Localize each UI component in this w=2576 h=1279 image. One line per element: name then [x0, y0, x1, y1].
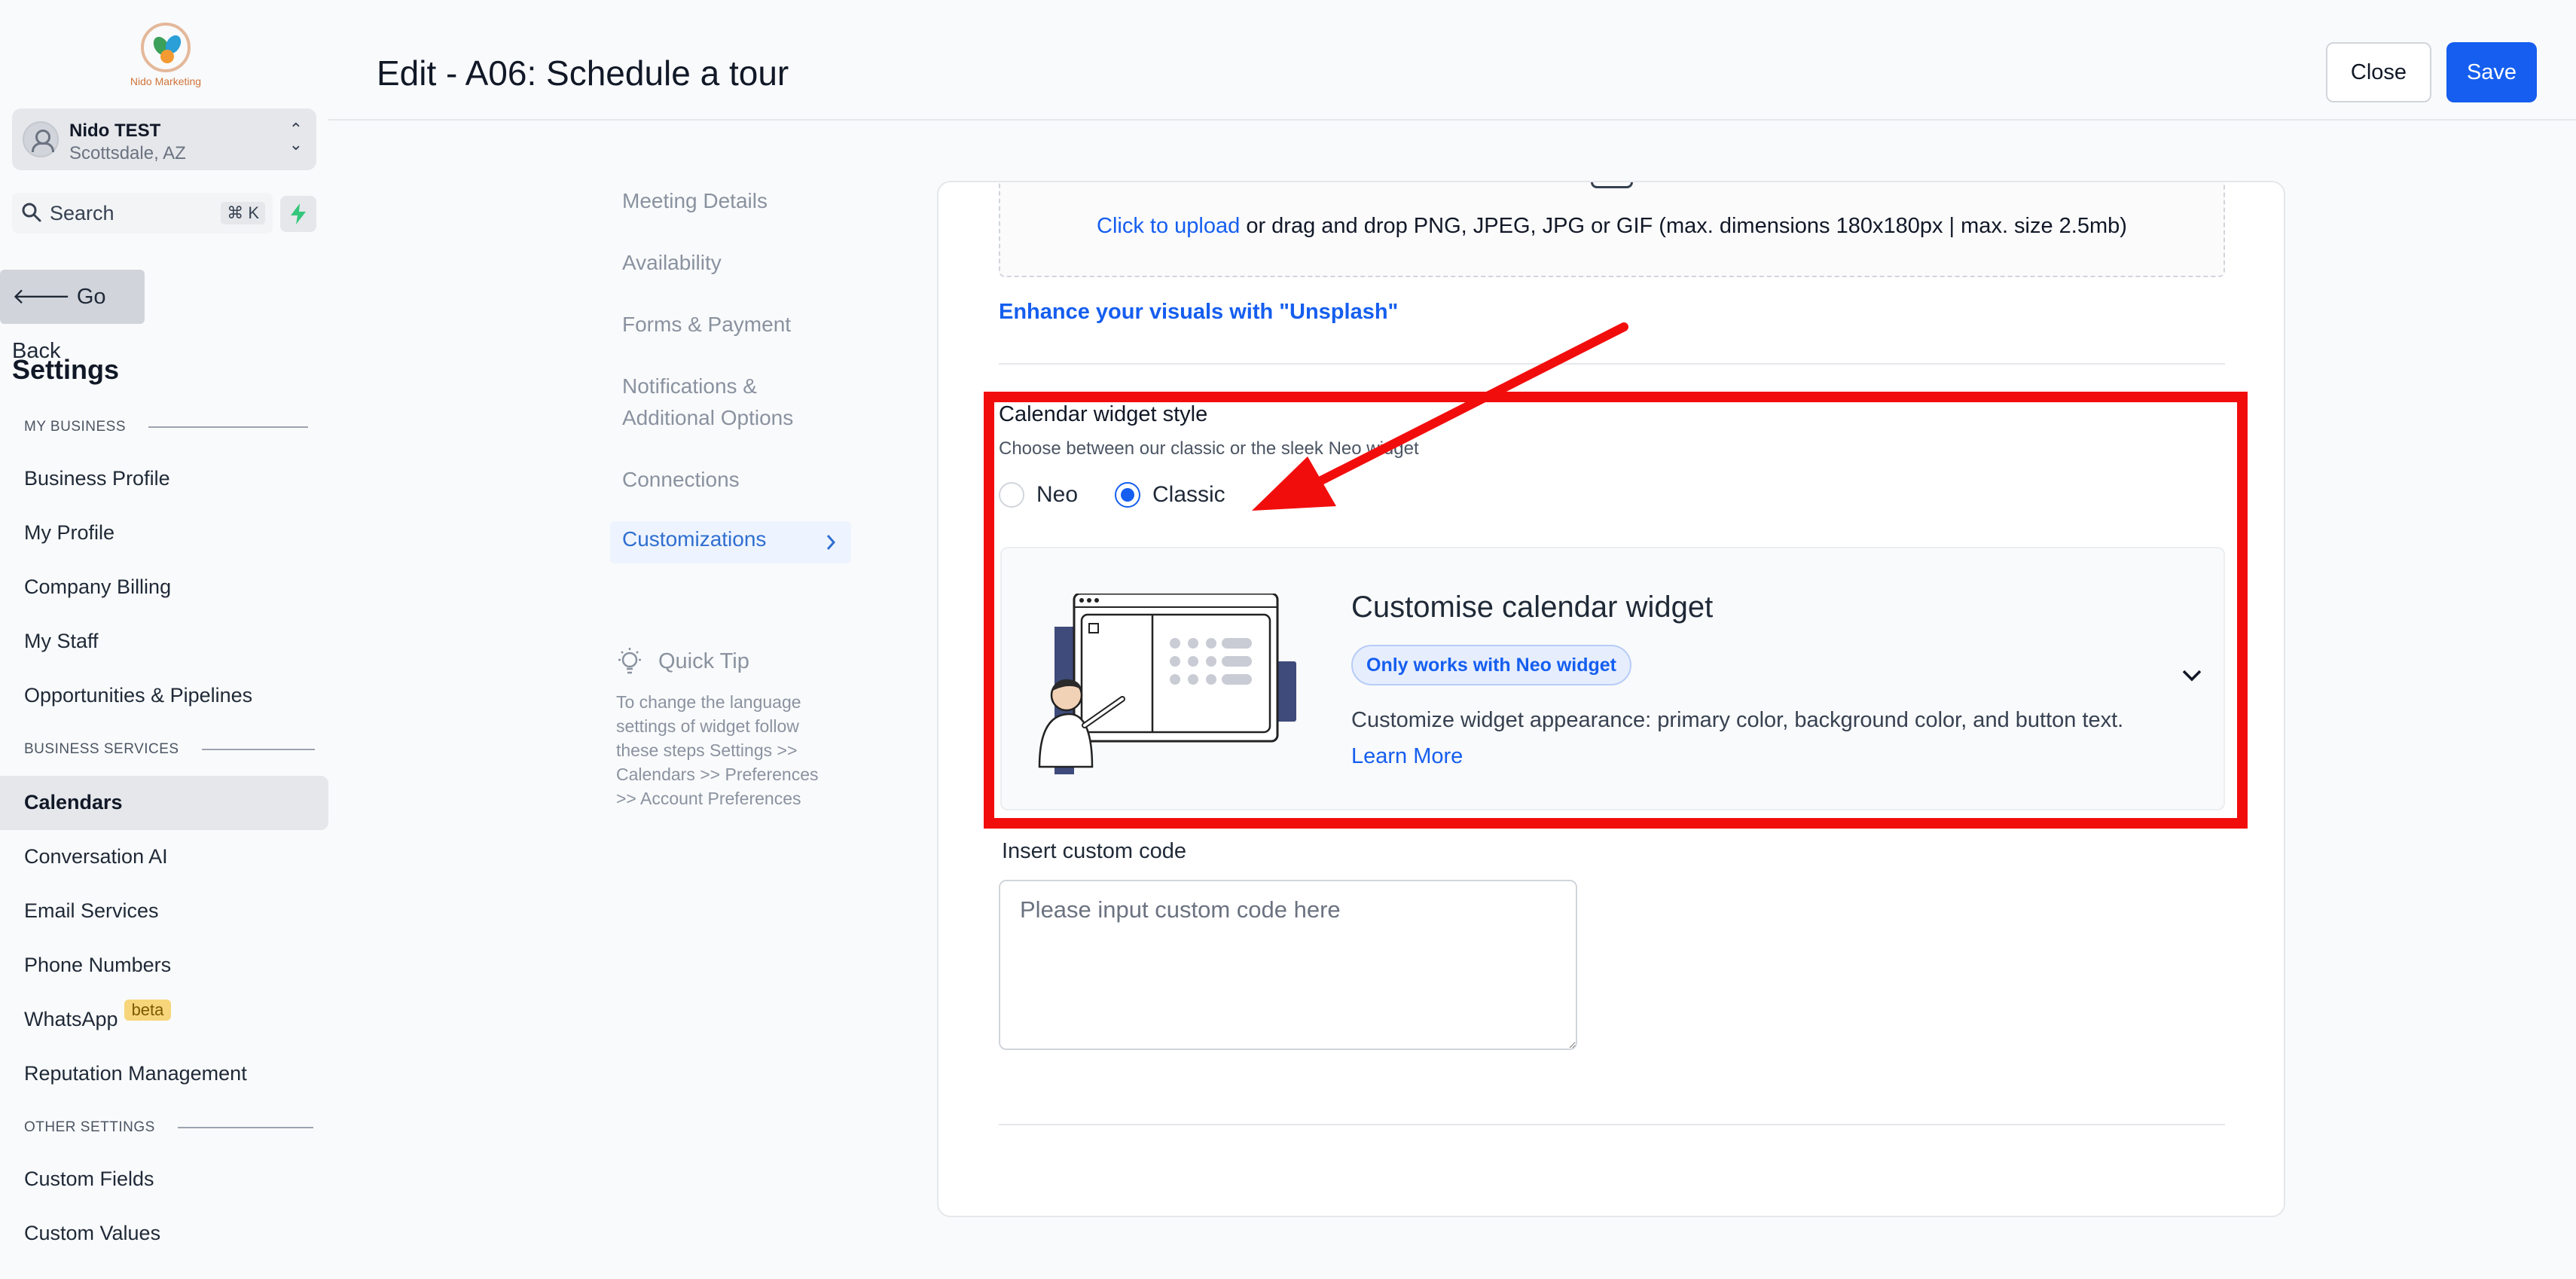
chevron-up-down-icon: ⌃ ⌄ [288, 120, 303, 154]
lightning-icon [291, 203, 306, 224]
annotation-arrow-icon [1252, 322, 1628, 511]
custom-code-label: Insert custom code [1002, 839, 1186, 863]
sidebar-item-my-staff[interactable]: My Staff [24, 630, 99, 653]
search-button[interactable]: Search ⌘ K [12, 193, 273, 234]
click-to-upload-link[interactable]: Click to upload [1097, 214, 1240, 238]
quick-tip-body: To change the language settings of widge… [616, 692, 819, 808]
sidebar-item-email-services[interactable]: Email Services [24, 899, 159, 923]
sidebar-item-business-profile[interactable]: Business Profile [24, 467, 170, 490]
sidebar-item-reputation[interactable]: Reputation Management [24, 1062, 247, 1085]
step-customizations-label: Customizations [622, 527, 767, 551]
sidebar-item-conversation-ai[interactable]: Conversation AI [24, 845, 168, 868]
settings-title: Settings [12, 354, 120, 385]
sidebar-item-my-profile[interactable]: My Profile [24, 521, 114, 545]
sidebar-item-calendars[interactable]: Calendars [24, 791, 123, 814]
custom-code-input[interactable] [999, 880, 1577, 1050]
whatsapp-label: WhatsApp [24, 1008, 118, 1030]
logo-text: Nido Marketing [130, 75, 202, 87]
step-notifications[interactable]: Notifications & Additional Options [622, 371, 793, 434]
quick-tip-title: Quick Tip [615, 646, 749, 676]
sidebar-item-opportunities[interactable]: Opportunities & Pipelines [24, 684, 252, 707]
upload-icon [1591, 182, 1633, 188]
page-header: Edit - A06: Schedule a tour Close Save [328, 0, 2576, 121]
sidebar-item-company-billing[interactable]: Company Billing [24, 575, 171, 599]
sidebar-item-phone-numbers[interactable]: Phone Numbers [24, 954, 171, 977]
location-name: Nido TEST [69, 121, 161, 141]
save-button[interactable]: Save [2446, 42, 2537, 102]
step-customizations[interactable]: Customizations [610, 521, 851, 563]
location-switcher[interactable]: Nido TEST Scottsdale, AZ ⌃ ⌄ [12, 108, 316, 170]
step-forms-payment[interactable]: Forms & Payment [622, 309, 791, 340]
section-header-my-business: MY BUSINESS [24, 419, 309, 435]
location-city: Scottsdale, AZ [69, 143, 186, 163]
upload-text: Click to upload or drag and drop PNG, JP… [1097, 214, 2127, 238]
sidebar-item-custom-fields[interactable]: Custom Fields [24, 1168, 154, 1191]
search-label: Search [50, 202, 114, 224]
divider [999, 1124, 2225, 1125]
page-title: Edit - A06: Schedule a tour [377, 53, 789, 93]
sidebar-item-custom-values[interactable]: Custom Values [24, 1222, 160, 1245]
section-header-business-services: BUSINESS SERVICES [24, 741, 315, 758]
sidebar: Nido Marketing Nido TEST Scottsdale, AZ … [0, 0, 328, 1279]
close-button[interactable]: Close [2326, 42, 2431, 102]
lightbulb-icon [618, 648, 641, 674]
search-icon [22, 203, 41, 222]
upload-dropzone[interactable]: Click to upload or drag and drop PNG, JP… [999, 182, 2225, 277]
quick-actions-button[interactable] [280, 196, 316, 232]
beta-badge: beta [124, 1000, 172, 1021]
sidebar-item-whatsapp[interactable]: WhatsApp beta [24, 1000, 172, 1031]
company-logo[interactable]: Nido Marketing [124, 23, 207, 87]
step-connections[interactable]: Connections [622, 464, 740, 496]
go-back-button[interactable]: 🡐 Go Back [0, 270, 145, 363]
step-availability[interactable]: Availability [622, 247, 722, 279]
location-avatar-icon [23, 121, 59, 157]
arrow-left-icon: 🡐 [12, 285, 71, 309]
nido-logo-icon [141, 23, 191, 72]
step-meeting-details[interactable]: Meeting Details [622, 185, 768, 217]
chevron-right-icon [826, 535, 836, 550]
section-header-other-settings: OTHER SETTINGS [24, 1119, 313, 1136]
search-shortcut: ⌘ K [221, 202, 265, 224]
search-row: Search ⌘ K [12, 193, 316, 234]
